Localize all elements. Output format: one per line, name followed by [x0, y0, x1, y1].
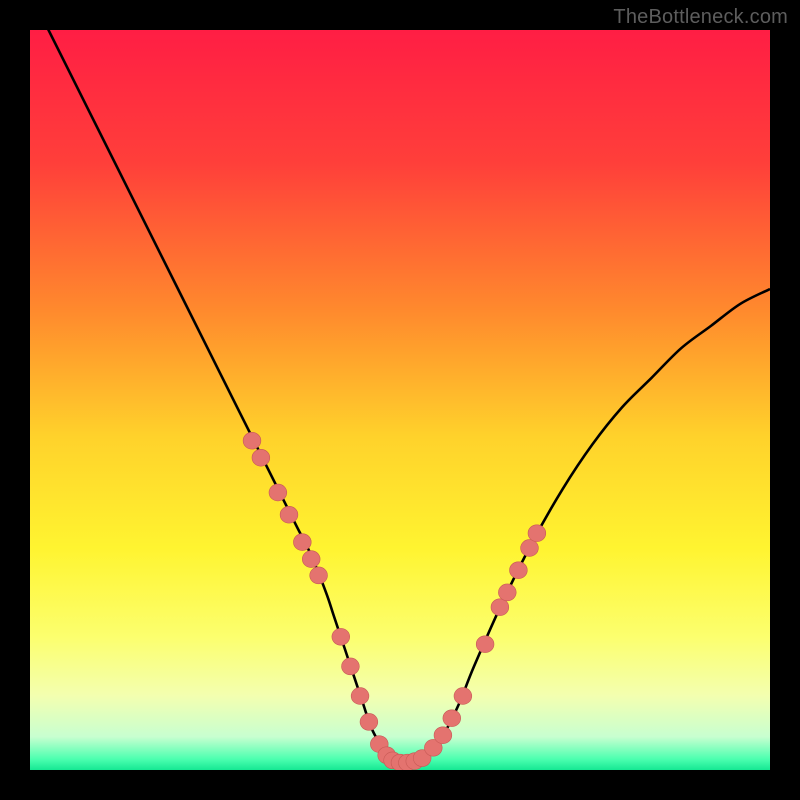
data-marker [528, 525, 546, 542]
data-marker [252, 449, 270, 466]
chart-svg [30, 30, 770, 770]
data-marker [293, 534, 311, 551]
data-marker [302, 551, 320, 568]
data-marker [342, 658, 360, 675]
data-marker [280, 506, 298, 523]
data-marker [510, 562, 528, 579]
data-marker [360, 713, 378, 730]
data-marker [434, 727, 452, 744]
data-marker [454, 688, 472, 705]
data-marker [521, 540, 539, 557]
data-marker [491, 599, 509, 616]
data-marker [269, 484, 287, 501]
data-marker [310, 567, 328, 584]
plot-area [30, 30, 770, 770]
gradient-background [30, 30, 770, 770]
data-marker [351, 688, 369, 705]
data-marker [498, 584, 516, 601]
watermark: TheBottleneck.com [613, 6, 788, 29]
chart-stage: TheBottleneck.com [0, 0, 800, 800]
data-marker [332, 628, 350, 645]
data-marker [443, 710, 461, 727]
data-marker [243, 432, 261, 449]
data-marker [476, 636, 494, 653]
